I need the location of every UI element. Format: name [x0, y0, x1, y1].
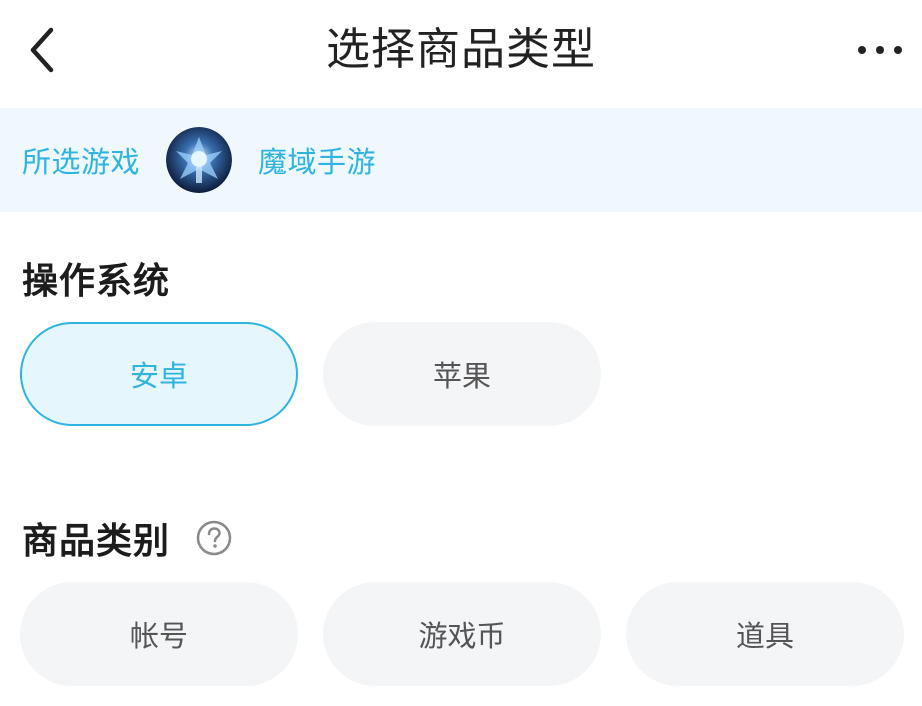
selected-game-label: 所选游戏	[22, 145, 141, 179]
category-section-title: 商品类别	[22, 512, 232, 564]
more-horizontal-icon	[858, 46, 902, 54]
page-title: 选择商品类型	[326, 24, 596, 75]
category-option-label: 游戏币	[418, 619, 506, 653]
os-option-android[interactable]: 安卓	[20, 322, 298, 426]
select-product-type-page: 选择商品类型 所选游戏 魔域手游 操作系统 安卓 苹果 商品类别 帐号 游戏币 …	[0, 0, 922, 706]
os-option-label: 安卓	[129, 359, 188, 393]
more-button[interactable]	[850, 26, 910, 74]
category-option-game-currency[interactable]: 游戏币	[323, 582, 601, 686]
nav-header: 选择商品类型	[0, 0, 922, 106]
category-option-account[interactable]: 帐号	[20, 582, 298, 686]
selected-game-banner: 所选游戏 魔域手游	[0, 108, 922, 212]
os-option-ios[interactable]: 苹果	[323, 322, 601, 426]
game-avatar	[166, 127, 233, 193]
os-option-label: 苹果	[432, 359, 491, 393]
selected-game-name: 魔域手游	[258, 145, 377, 179]
question-circle-icon[interactable]	[196, 520, 232, 556]
category-option-label: 道具	[735, 619, 794, 653]
category-option-items[interactable]: 道具	[626, 582, 904, 686]
category-option-label: 帐号	[129, 619, 188, 653]
game-logo-icon	[166, 127, 233, 193]
category-section-title-text: 商品类别	[22, 521, 171, 562]
os-section-title-text: 操作系统	[22, 261, 171, 302]
os-section-title: 操作系统	[22, 252, 170, 304]
